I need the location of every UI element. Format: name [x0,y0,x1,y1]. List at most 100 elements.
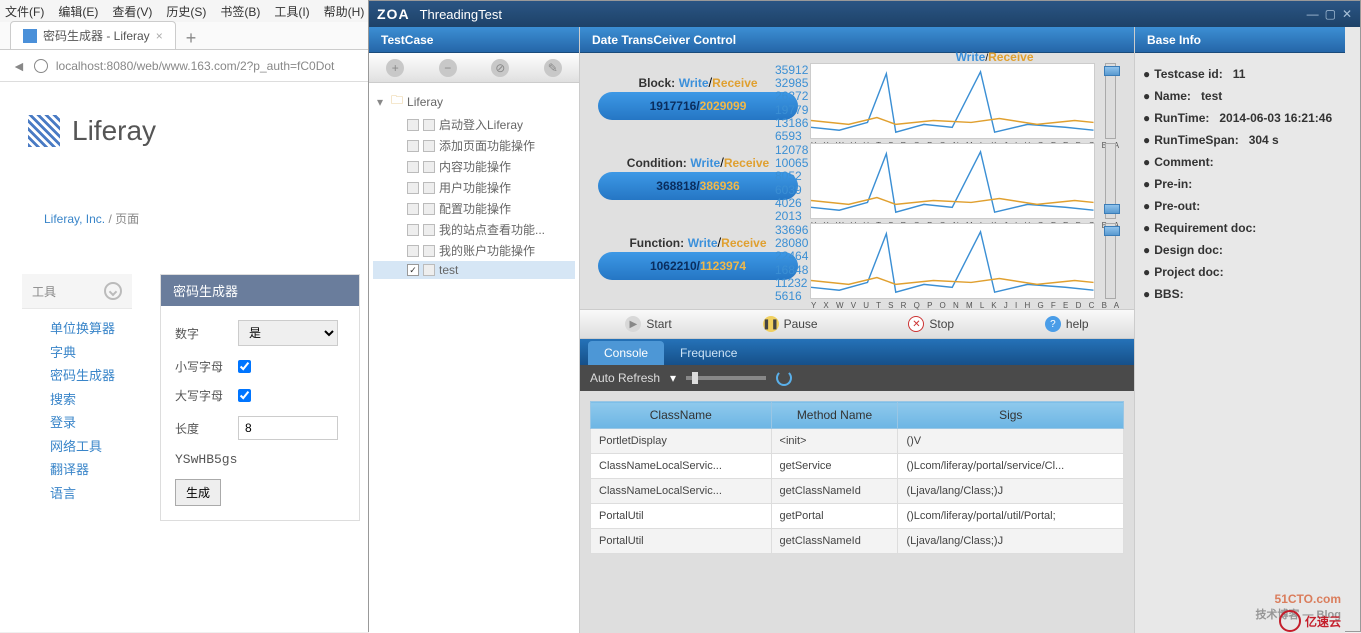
watermark2: 亿速云 [1279,610,1341,632]
delete-icon[interactable]: ⊘ [491,59,509,77]
generator-panel: 密码生成器 数字 是 小写字母 大写字母 长度 YSwHB5gs 生成 [160,274,360,521]
info-row: ●Pre-in: [1143,173,1337,195]
tree-item[interactable]: 用户功能操作 [373,177,575,198]
transceiver-header: Date TransCeiver Control [580,27,1134,53]
tool-link[interactable]: 密码生成器 [50,364,132,388]
menu-edit[interactable]: 编辑(E) [58,3,98,20]
minimize-icon[interactable]: — [1307,7,1319,21]
refresh-slider[interactable] [686,376,766,380]
info-row: ●Testcase id:11 [1143,63,1337,85]
tool-link[interactable]: 登录 [50,411,132,435]
url-input[interactable]: localhost:8080/web/www.163.com/2?p_auth=… [56,59,335,73]
autorefresh-bar: Auto Refresh ▾ [580,365,1134,391]
help-button[interactable]: ?help [1045,316,1089,332]
menu-tools[interactable]: 工具(I) [274,3,309,20]
info-row: ●Requirement doc: [1143,217,1337,239]
breadcrumb-current: 页面 [115,212,139,226]
lower-checkbox[interactable] [238,360,251,373]
app-logo: ZOA [377,6,410,22]
tools-panel: 工具 单位换算器 字典 密码生成器 搜索 登录 网络工具 翻译器 语言 [22,274,132,505]
upper-checkbox[interactable] [238,389,251,402]
autorefresh-label: Auto Refresh [590,371,660,385]
base-info-header: Base Info [1135,27,1345,53]
block-chart: Write/Receive 35912329852637219779131866… [810,63,1095,139]
function-chart: 33696280802246416848112325616 Y X W V U … [810,223,1095,299]
add-icon[interactable]: + [386,59,404,77]
menu-history[interactable]: 历史(S) [166,3,206,20]
table-row[interactable]: PortalUtilgetPortal()Lcom/liferay/portal… [591,504,1124,529]
table-row[interactable]: PortalUtilgetClassNameId(Ljava/lang/Clas… [591,529,1124,554]
tool-link[interactable]: 翻译器 [50,458,132,482]
tab-frequence[interactable]: Frequence [664,341,753,365]
info-row: ●Comment: [1143,151,1337,173]
function-pill: 1062210/1123974 [598,252,798,280]
generate-button[interactable]: 生成 [175,479,221,506]
block-pill: 1917716/2029099 [598,92,798,120]
info-row: ●Pre-out: [1143,195,1337,217]
tool-link[interactable]: 字典 [50,341,132,365]
transceiver-panel: Date TransCeiver Control Block: Write/Re… [579,27,1135,633]
remove-icon[interactable]: − [439,59,457,77]
menu-help[interactable]: 帮助(H) [324,3,365,20]
folder-icon: 🗀 [391,91,403,112]
testcase-toolbar: + − ⊘ ✎ [369,53,579,83]
tools-header[interactable]: 工具 [22,274,132,309]
tab-close-icon[interactable]: × [156,29,163,43]
table-row[interactable]: ClassNameLocalServic...getService()Lcom/… [591,454,1124,479]
tab-console[interactable]: Console [588,341,664,365]
tool-link[interactable]: 语言 [50,482,132,506]
tree-item[interactable]: 添加页面功能操作 [373,135,575,156]
liferay-name: Liferay [72,115,156,147]
info-row: ●Design doc: [1143,239,1337,261]
browser-tab[interactable]: 密码生成器 - Liferay × [10,21,176,49]
pause-button[interactable]: ❚❚Pause [763,316,818,332]
close-icon[interactable]: ✕ [1342,7,1352,21]
condition-pill: 368818/386936 [598,172,798,200]
block-slider[interactable] [1105,63,1116,139]
back-icon[interactable]: ◄ [12,58,26,74]
tree-item[interactable]: 内容功能操作 [373,156,575,177]
tree-item-selected[interactable]: ✓test [373,261,575,279]
tree-item[interactable]: 我的站点查看功能... [373,219,575,240]
edit-icon[interactable]: ✎ [544,59,562,77]
table-row[interactable]: ClassNameLocalServic...getClassNameId(Lj… [591,479,1124,504]
tree-item[interactable]: 我的账户功能操作 [373,240,575,261]
testcase-header: TestCase [369,27,579,53]
testcase-tree: ▾🗀Liferay 启动登入Liferay 添加页面功能操作 内容功能操作 用户… [369,83,579,633]
maximize-icon[interactable]: ▢ [1325,7,1336,21]
start-button[interactable]: ▶Start [625,316,671,332]
tab-title: 密码生成器 - Liferay [43,27,150,44]
breadcrumb-link[interactable]: Liferay, Inc. [44,212,105,226]
control-bar: ▶Start ❚❚Pause ✕Stop ?help [580,309,1134,339]
tool-link[interactable]: 单位换算器 [50,317,132,341]
tab-favicon [23,29,37,43]
tool-link[interactable]: 网络工具 [50,435,132,459]
tools-list: 单位换算器 字典 密码生成器 搜索 登录 网络工具 翻译器 语言 [22,309,132,505]
length-input[interactable] [238,416,338,440]
tree-root[interactable]: ▾🗀Liferay [373,89,575,114]
condition-slider[interactable] [1105,143,1116,219]
tool-link[interactable]: 搜索 [50,388,132,412]
dropdown-icon[interactable]: ▾ [670,371,676,385]
menu-view[interactable]: 查看(V) [112,3,152,20]
liferay-icon [28,115,60,147]
threading-test-window: ZOA ThreadingTest — ▢ ✕ TestCase + − ⊘ ✎… [368,0,1361,632]
digits-select[interactable]: 是 [238,320,338,346]
app-titlebar: ZOA ThreadingTest — ▢ ✕ [369,1,1360,27]
menu-bookmarks[interactable]: 书签(B) [220,3,260,20]
new-tab-button[interactable]: + [176,28,207,49]
tree-item[interactable]: 启动登入Liferay [373,114,575,135]
console-tabs: Console Frequence [580,339,1134,365]
table-row[interactable]: PortletDisplay<init>()V [591,429,1124,454]
digits-label: 数字 [175,325,230,342]
function-slider[interactable] [1105,223,1116,299]
tree-item[interactable]: 配置功能操作 [373,198,575,219]
stop-button[interactable]: ✕Stop [908,316,954,332]
info-row: ●BBS: [1143,283,1337,305]
base-info-panel: Base Info ●Testcase id:11●Name:test●RunT… [1135,27,1345,633]
window-controls: — ▢ ✕ [1307,7,1352,21]
condition-chart: 12078100658052603940262013 Y X W V U T S… [810,143,1095,219]
refresh-icon[interactable] [776,370,792,386]
info-row: ●RunTime:2014-06-03 16:21:46 [1143,107,1337,129]
menu-file[interactable]: 文件(F) [5,3,44,20]
